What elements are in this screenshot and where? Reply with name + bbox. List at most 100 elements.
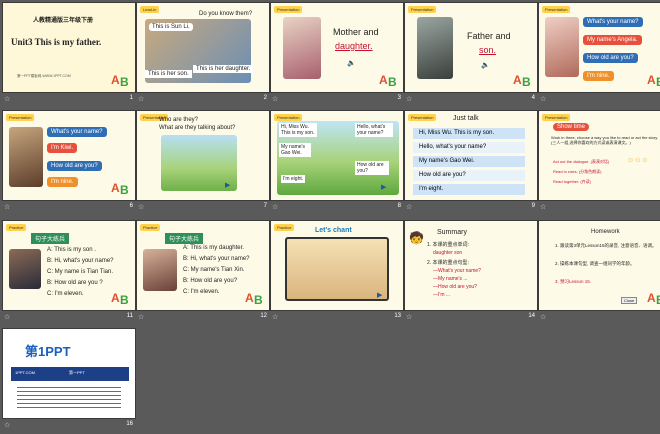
option-text: Read in roles. (分角色朗读) — [553, 169, 602, 174]
dialogue-chip: What's your name? — [583, 17, 643, 27]
slide-tag: Presentation — [542, 6, 571, 13]
star-icon: ☆ — [540, 314, 547, 321]
dialogue-line: How old are you? — [413, 170, 525, 181]
practice-line: C: I'm eleven. — [47, 291, 84, 297]
svg-text:A: A — [647, 291, 656, 305]
dialogue-chip: I'm nine. — [47, 177, 78, 187]
bubble-text: This is her son. — [145, 70, 192, 78]
star-icon: ☆ — [4, 314, 11, 321]
mother-daughter-photo — [283, 17, 321, 79]
star-icon: ☆ — [138, 204, 145, 211]
star-icon: ☆ — [138, 314, 145, 321]
slide-heading: Summary — [437, 229, 467, 236]
bubble-text: Hi, Miss Wu. This is my son. — [279, 123, 317, 137]
slide-thumb-15[interactable]: Homework 1. 跟读第3单元Lesson15的录音, 注意语音、语调。 … — [538, 220, 660, 326]
star-icon: ☆ — [4, 96, 11, 103]
slide-thumb-14[interactable]: 🧒 Summary 1. 本课的重点单词: daughter son 2. 本课… — [404, 220, 538, 326]
slide-preview: Presentation What's your name? My name's… — [538, 2, 660, 93]
slide-thumb-5[interactable]: Presentation What's your name? My name's… — [538, 2, 660, 108]
svg-text:B: B — [388, 75, 397, 87]
practice-line: C: My name's Tian Xin. — [183, 267, 245, 273]
slide-number: 1 — [129, 95, 133, 101]
slide-number: 2 — [263, 95, 267, 101]
slide-thumb-2[interactable]: Lead-in Do you know them? This is Sun Li… — [136, 2, 270, 108]
dialogue-line: I'm eight. — [413, 184, 525, 195]
abc-letters-icon: AB — [245, 291, 263, 305]
slide-thumb-4[interactable]: Presentation Father and son. 🔈 AB ☆ 4 — [404, 2, 538, 108]
close-button[interactable]: Close — [621, 297, 638, 304]
smiley-icons: ☺☺☺ — [627, 157, 649, 164]
abc-letters-icon: AB — [111, 291, 129, 305]
star-icon: ☆ — [540, 204, 547, 211]
slide-subtitle: 人教精通版三年级下册 — [33, 18, 94, 24]
dialogue-chip: How old are you? — [583, 53, 638, 63]
svg-text:B: B — [120, 183, 129, 195]
practice-line: C: I'm eleven. — [183, 289, 220, 295]
summary-sentence: —What's your name? — [433, 268, 481, 274]
slide-preview: Practice Let's chant ▶ — [270, 220, 404, 311]
slide-thumb-1[interactable]: 人教精通版三年级下册 Unit3 This is my father. 第一PP… — [2, 2, 136, 108]
slide-heading: 句子大练兵 — [31, 233, 70, 244]
svg-text:B: B — [254, 293, 263, 305]
slide-thumb-11[interactable]: Practice 句子大练兵 A: This is my son . B: Hi… — [2, 220, 136, 326]
slide-thumb-9[interactable]: Presentation Just talk Hi, Miss Wu. This… — [404, 110, 538, 216]
girl-photo — [545, 17, 579, 77]
slide-preview: Presentation Father and son. 🔈 AB — [404, 2, 538, 93]
homework-line: 3. 预习Lesson 15. — [555, 279, 592, 284]
banner-text: 第一PPT — [69, 370, 85, 375]
practice-line: C: My name is Tian Tian. — [47, 269, 114, 275]
homework-line: 2. 操练本课句型, 调查一组同学的年龄。 — [555, 261, 635, 266]
link-list — [17, 387, 121, 411]
slide-number: 13 — [394, 313, 401, 319]
practice-line: A: This is my son . — [47, 247, 96, 253]
practice-line: B: How old are you ? — [47, 280, 103, 286]
bubble-text: How old are you? — [355, 161, 389, 175]
slide-heading: Let's chant — [315, 227, 352, 234]
father-son-photo — [417, 17, 453, 79]
cartoon-kid-icon: 🧒 — [409, 231, 424, 245]
banner-text: 1PPT.COM — [15, 370, 36, 375]
practice-line: A: This is my daughter. — [183, 245, 244, 251]
slide-heading: Just talk — [453, 115, 479, 122]
slide-number: 8 — [397, 203, 401, 209]
slide-thumb-13[interactable]: Practice Let's chant ▶ ☆ 13 — [270, 220, 404, 326]
dialogue-chip: My name's Angela. — [583, 35, 642, 45]
speaker-icon: 🔈 — [481, 62, 490, 69]
slide-preview: 第1PPT 1PPT.COM 第一PPT — [2, 328, 136, 419]
slide-thumb-10[interactable]: Presentation Show time Work in three, ch… — [538, 110, 660, 216]
slide-thumb-3[interactable]: Presentation Mother and daughter. 🔈 AB ☆… — [270, 2, 404, 108]
slide-thumb-7[interactable]: Presentation Who are they? What are they… — [136, 110, 270, 216]
slide-thumb-12[interactable]: Practice 句子大练兵 A: This is my daughter. B… — [136, 220, 270, 326]
svg-text:A: A — [379, 73, 388, 87]
slide-tag: Presentation — [274, 114, 303, 121]
dialogue-chip: What's your name? — [47, 127, 107, 137]
practice-line: B: How old are you? — [183, 278, 238, 284]
instruction-text: Work in three, choose a way you like to … — [551, 135, 659, 145]
slide-thumb-8[interactable]: Presentation Hi, Miss Wu. This is my son… — [270, 110, 404, 216]
slide-preview: Presentation Hi, Miss Wu. This is my son… — [270, 110, 404, 201]
slide-preview: Lead-in Do you know them? This is Sun Li… — [136, 2, 270, 93]
svg-text:A: A — [111, 181, 120, 195]
summary-words: daughter son — [433, 250, 463, 256]
dialogue-line: My name's Gao Wei. — [413, 156, 525, 167]
slide-tag: Presentation — [6, 114, 35, 121]
dialogue-line: Hello, what's your name? — [413, 142, 525, 153]
video-play-icon: ▶ — [377, 292, 383, 299]
abc-letters-icon: AB — [647, 291, 660, 305]
bubble-text: This is her daughter. — [193, 65, 254, 73]
slide-tag: Presentation — [542, 114, 571, 121]
bubble-text: Hello, what's your name? — [355, 123, 393, 137]
slide-tag: Presentation — [274, 6, 303, 13]
slide-preview: 人教精通版三年级下册 Unit3 This is my father. 第一PP… — [2, 2, 136, 93]
bubble-text: This is Sun Li. — [149, 23, 193, 31]
slide-thumb-6[interactable]: Presentation What's your name? I'm Kiwi.… — [2, 110, 136, 216]
star-icon: ☆ — [138, 96, 145, 103]
slide-thumb-16[interactable]: 第1PPT 1PPT.COM 第一PPT ☆ 16 — [2, 328, 136, 434]
slide-number: 12 — [260, 313, 267, 319]
svg-text:A: A — [111, 73, 120, 87]
slide-text-answer: daughter. — [335, 41, 373, 51]
practice-line: B: Hi, what's your name? — [47, 258, 114, 264]
slide-number: 9 — [531, 203, 535, 209]
slide-preview: Presentation Mother and daughter. 🔈 AB — [270, 2, 404, 93]
dialogue-chip: I'm nine. — [583, 71, 614, 81]
